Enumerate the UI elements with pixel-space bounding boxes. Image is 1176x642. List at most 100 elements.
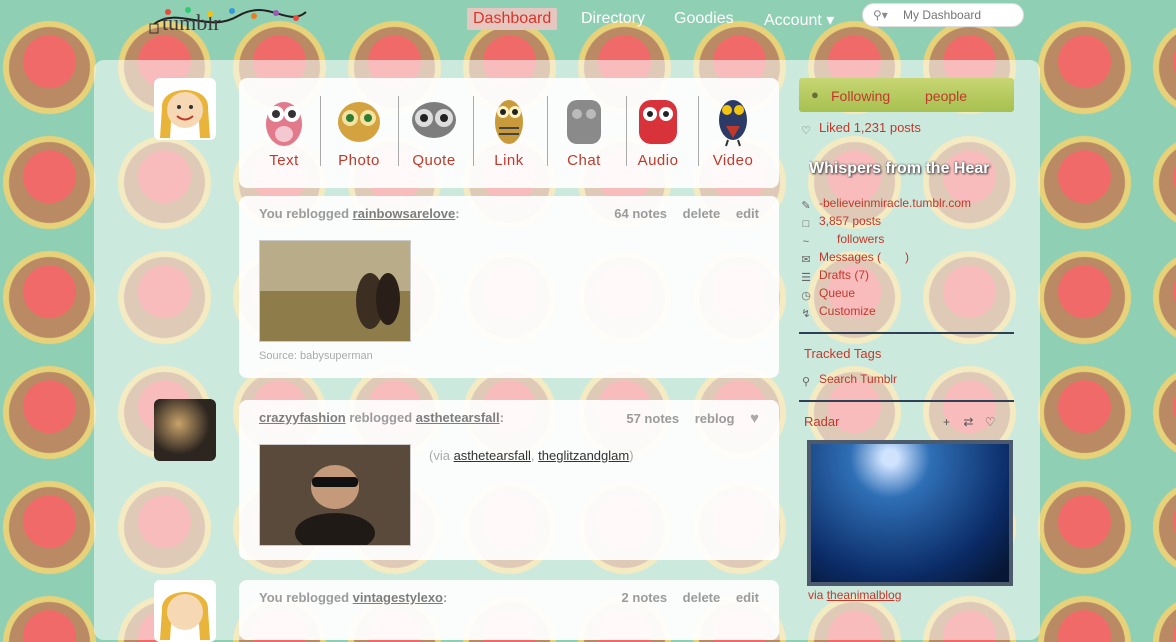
sidebar-item-posts[interactable]: □ 3,857 posts <box>799 214 1015 232</box>
post-photo[interactable] <box>259 240 411 342</box>
sidebar-item-label: Queue <box>819 286 856 300</box>
search-tumblr-link[interactable]: ⚲ Search Tumblr <box>799 372 1015 389</box>
notes-count[interactable]: 2 notes <box>622 590 668 605</box>
post-source: Source: babysuperman <box>259 350 373 362</box>
sidebar-item-label: Search Tumblr <box>819 372 898 386</box>
radar-via-text: via <box>808 588 824 602</box>
mail-icon: ✉ <box>801 254 811 266</box>
post-via: (via asthetearsfall, theglitzandglam) <box>429 448 634 463</box>
owl-audio-icon <box>639 100 677 144</box>
search-input[interactable] <box>901 6 1017 24</box>
delete-button[interactable]: delete <box>683 206 721 221</box>
heart-icon: ♡ <box>801 125 811 137</box>
user-icon: ● <box>811 87 819 102</box>
post-user-link[interactable]: asthetearsfall <box>416 410 500 425</box>
post-type-video[interactable]: Video <box>696 92 770 180</box>
nav-dashboard[interactable]: Dashboard <box>467 8 558 30</box>
nav-account-label: Account <box>764 12 822 29</box>
sidebar-item-label: followers <box>837 232 885 246</box>
nav-goodies[interactable]: Goodies <box>668 8 740 30</box>
sidebar-item-label: Customize <box>819 304 876 318</box>
post-type-link[interactable]: Link <box>472 92 546 180</box>
post-type-text[interactable]: Text <box>247 92 321 180</box>
edit-button[interactable]: edit <box>736 206 759 221</box>
post-header-text: : <box>443 590 448 605</box>
radar-user-link[interactable]: theanimalblog <box>827 588 902 602</box>
like-heart-icon[interactable]: ♡ <box>985 415 996 429</box>
follow-plus-icon[interactable]: + <box>943 415 950 429</box>
sidebar-item-blog-url[interactable]: ✎ -believeinmiracle.tumblr.com <box>799 196 1015 213</box>
radar-photo[interactable] <box>807 440 1013 586</box>
search-icon[interactable]: ⚲▾ <box>873 8 888 22</box>
reblog-button[interactable]: reblog <box>695 411 735 426</box>
post-photo[interactable] <box>259 444 411 546</box>
divider <box>320 96 321 166</box>
sidebar-item-label: -believeinmiracle.tumblr.com <box>819 196 972 210</box>
via-user-link[interactable]: theglitzandglam <box>538 448 629 463</box>
search-icon: ⚲ <box>801 376 811 388</box>
blog-icon: ✎ <box>801 200 811 212</box>
following-link[interactable]: ● Following people <box>799 78 1014 112</box>
post-type-chat[interactable]: Chat <box>547 92 621 180</box>
following-label: Following <box>831 88 891 104</box>
sidebar-item-likes[interactable]: ♡ Liked 1,231 posts <box>799 120 1015 138</box>
sidebar-item-messages[interactable]: ✉ Messages () <box>799 250 1015 267</box>
post-type-label: Video <box>712 152 754 169</box>
edit-button[interactable]: edit <box>736 590 759 605</box>
post-user-link[interactable]: vintagestylexo <box>353 590 443 605</box>
divider <box>799 332 1014 334</box>
tumblr-logo[interactable]: tumblr <box>148 4 310 38</box>
reblog-icon[interactable]: ⇄ <box>963 415 973 429</box>
nav-account[interactable]: Account ▾ <box>758 8 840 32</box>
post-header-text: You reblogged <box>259 590 350 605</box>
post-header-text: : <box>455 206 460 221</box>
delete-button[interactable]: delete <box>683 590 721 605</box>
sidebar-item-customize[interactable]: ↯ Customize <box>799 304 1015 321</box>
posts-icon: □ <box>802 218 810 230</box>
radar-via: via theanimalblog <box>808 588 1024 602</box>
post-header: You reblogged rainbowsarelove: <box>259 206 460 221</box>
wrench-icon: ↯ <box>801 308 811 320</box>
post-type-label: Text <box>269 152 299 169</box>
like-heart-icon[interactable]: ♥ <box>750 410 759 427</box>
via-user-link[interactable]: asthetearsfall <box>454 448 531 463</box>
notes-count[interactable]: 64 notes <box>614 206 667 221</box>
post-header: crazyyfashion reblogged asthetearsfall: <box>259 410 504 425</box>
owl-chat-icon <box>567 100 601 144</box>
post: You reblogged rainbowsarelove: 64 notes … <box>239 196 779 378</box>
sidebar-item-label: Messages ( <box>819 250 882 264</box>
avatar[interactable] <box>154 78 216 140</box>
post-header-text: reblogged <box>349 410 413 425</box>
post-type-audio[interactable]: Audio <box>621 92 695 180</box>
sidebar-item-drafts[interactable]: ☰ Drafts (7) <box>799 268 1015 285</box>
search-box: ⚲▾ <box>862 3 1024 27</box>
post: crazyyfashion reblogged asthetearsfall: … <box>239 400 779 560</box>
divider <box>799 400 1014 402</box>
post-header: You reblogged vintagestylexo: <box>259 590 447 605</box>
blog-title[interactable]: Whispers from the Hear <box>809 160 1015 178</box>
owl-video-icon <box>719 100 747 147</box>
sidebar-item-followers[interactable]: ~ followers <box>799 232 1015 250</box>
sidebar-item-queue[interactable]: ◷ Queue <box>799 286 1015 303</box>
post-type-photo[interactable]: Photo <box>322 92 396 180</box>
post-type-quote[interactable]: Quote <box>397 92 471 180</box>
new-post-toolbar: Text Photo Quote Link Chat Audio Video <box>239 78 779 188</box>
post-controls: 64 notes delete edit <box>602 206 759 221</box>
radar-controls: + ⇄ ♡ <box>943 415 996 429</box>
post-type-label: Photo <box>338 152 380 169</box>
post-user-link[interactable]: crazyyfashion <box>259 410 346 425</box>
sidebar-item-label: Liked 1,231 posts <box>819 120 921 135</box>
post-controls: 2 notes delete edit <box>610 590 759 605</box>
notes-count[interactable]: 57 notes <box>626 411 679 426</box>
via-text: (via <box>429 448 450 463</box>
avatar[interactable] <box>154 399 216 461</box>
drafts-icon: ☰ <box>801 272 811 284</box>
avatar[interactable] <box>154 580 216 642</box>
post-type-label: Audio <box>637 152 679 169</box>
nav-directory[interactable]: Directory <box>575 8 651 30</box>
tracked-tags-heading: Tracked Tags <box>804 346 882 361</box>
post-type-label: Chat <box>567 152 601 169</box>
owl-quote-icon <box>412 102 456 138</box>
post-user-link[interactable]: rainbowsarelove <box>353 206 456 221</box>
owl-photo-icon <box>338 102 380 142</box>
